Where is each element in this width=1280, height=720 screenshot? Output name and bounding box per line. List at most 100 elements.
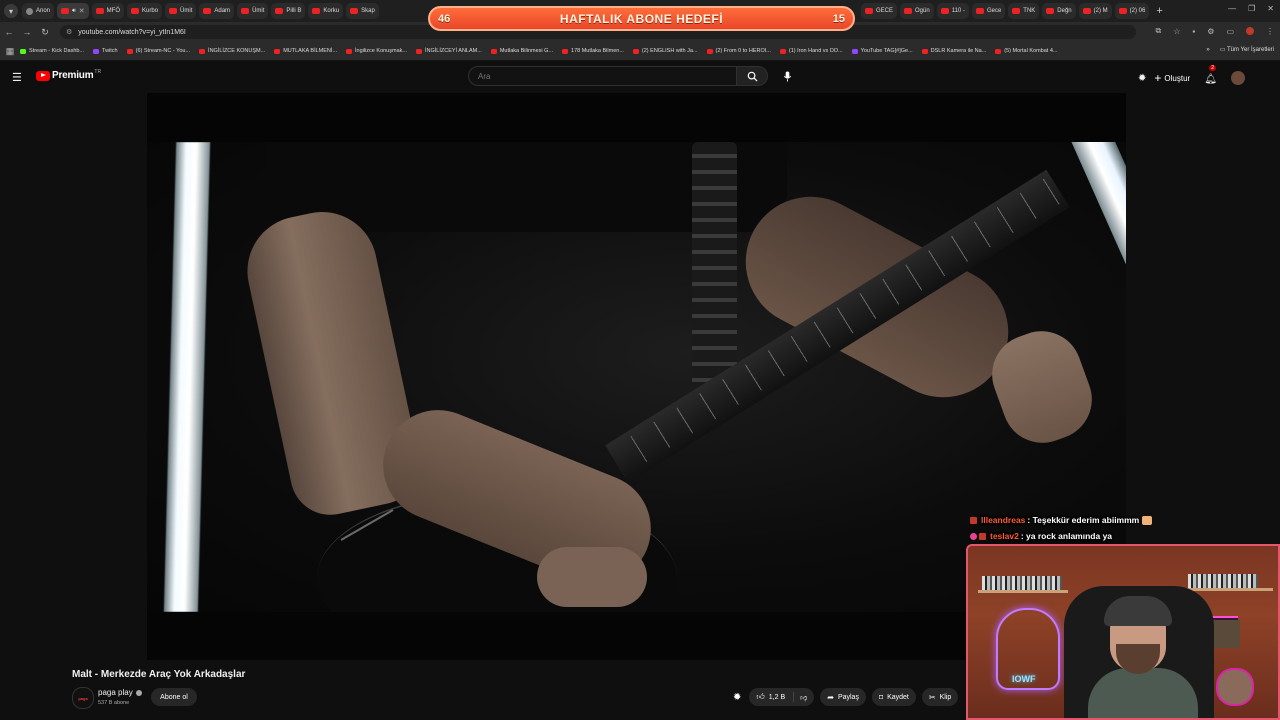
minimize-icon[interactable]: — xyxy=(1228,4,1236,13)
browser-tab[interactable]: Ümit xyxy=(237,3,269,19)
tab-audio-icon[interactable]: 🔊︎ xyxy=(72,8,76,15)
extension-gear-icon[interactable]: ✹ xyxy=(1138,73,1146,84)
bookmark-label: YouTube TAG[#]Ge... xyxy=(860,48,913,54)
tab-title: Ümit xyxy=(180,8,193,14)
browser-tab[interactable]: Gece xyxy=(971,3,1006,19)
tab-title: Değn xyxy=(1057,8,1072,14)
bookmark-item[interactable]: Mutlaka Bilinmesi G... xyxy=(490,48,553,54)
new-tab-button[interactable]: + xyxy=(1156,5,1162,17)
bookmark-item[interactable]: (5) Mortal Kombat 4... xyxy=(995,48,1057,54)
microphone-icon xyxy=(783,70,791,82)
bookmark-item[interactable]: İNGİLİZCEYİ ANLAM... xyxy=(415,48,482,54)
browser-tab[interactable]: Anon xyxy=(22,3,55,19)
menu-dots-icon[interactable]: ⋮ xyxy=(1266,27,1274,36)
tab-favicon-icon xyxy=(1046,8,1055,14)
browser-tab[interactable]: (2) 06 xyxy=(1114,3,1150,19)
close-window-icon[interactable]: ✕ xyxy=(1267,4,1274,13)
browser-tab[interactable]: Pilli B xyxy=(271,3,306,19)
bookmark-favicon-icon xyxy=(126,48,133,54)
bookmark-favicon-icon xyxy=(199,48,206,54)
install-icon[interactable]: ⧉ xyxy=(1156,26,1162,36)
back-icon[interactable]: ← xyxy=(0,27,18,37)
bookmark-item[interactable]: (2) ENGLISH with Ja... xyxy=(632,48,698,54)
badge-icon xyxy=(970,516,977,524)
site-info-icon[interactable]: ⚙ xyxy=(66,28,72,36)
badge-icon xyxy=(979,532,986,540)
avatar[interactable] xyxy=(1230,71,1245,85)
bookmark-item[interactable]: İNGİLİZCE KONUŞM... xyxy=(199,48,265,54)
youtube-logo[interactable]: Premium TR xyxy=(36,69,101,81)
bookmark-item[interactable]: MUTLAKA BİLMENİ... xyxy=(274,48,337,54)
bookmark-label: DSLR Kamera ile Na... xyxy=(930,48,987,54)
bookmark-item[interactable]: DSLR Kamera ile Na... xyxy=(921,48,987,54)
tab-favicon-icon xyxy=(61,8,70,14)
webcam-shelf xyxy=(978,590,1068,593)
bookmark-star-icon[interactable]: ☆ xyxy=(1173,27,1180,36)
bookmark-item[interactable]: (1) Iron Hand vs DO... xyxy=(779,48,843,54)
browser-tab[interactable]: MFÖ xyxy=(91,3,125,19)
tab-favicon-icon xyxy=(203,8,212,14)
browser-tab[interactable]: (2) M xyxy=(1078,3,1112,19)
bookmark-favicon-icon xyxy=(93,48,100,54)
reload-icon[interactable]: ↻ xyxy=(36,27,54,38)
browser-tab[interactable]: TNK xyxy=(1008,3,1040,19)
clip-button[interactable]: ✂ Klip xyxy=(921,688,959,706)
browser-tab[interactable]: Değn xyxy=(1042,3,1076,19)
profile-icon[interactable] xyxy=(1246,27,1254,35)
tab-favicon-icon xyxy=(350,8,359,14)
window-controls: — ❐ ✕ xyxy=(1228,4,1274,13)
bookmark-item[interactable]: 178 Mutlaka Bilmen... xyxy=(562,48,624,54)
cast-icon[interactable]: ▭ xyxy=(1226,27,1234,36)
browser-tab[interactable]: Skap xyxy=(346,3,379,19)
apps-grid-icon[interactable]: ▦ xyxy=(0,46,20,57)
chat-username: llleandreas xyxy=(981,515,1026,525)
subscribe-button[interactable]: Abone ol xyxy=(151,688,197,706)
share-label: Paylaş xyxy=(837,693,859,701)
browser-tab[interactable]: 110 - xyxy=(936,3,969,19)
close-tab-icon[interactable]: ✕ xyxy=(79,7,85,15)
browser-tab[interactable]: GECE xyxy=(861,3,898,19)
forward-icon[interactable]: → xyxy=(18,27,36,37)
all-bookmarks-button[interactable]: ▭ Tüm Yer İşaretleri xyxy=(1220,46,1274,53)
guide-menu-icon[interactable]: ☰ xyxy=(12,71,22,84)
tab-search-button[interactable]: ▾ xyxy=(4,4,18,18)
tab-favicon-icon xyxy=(131,8,140,14)
browser-tab[interactable]: Korku xyxy=(308,3,344,19)
extension-action-icon[interactable]: ✹ xyxy=(733,692,741,703)
create-button[interactable]: + Oluştur xyxy=(1154,71,1190,85)
maximize-icon[interactable]: ❐ xyxy=(1248,4,1255,13)
browser-tab[interactable]: 🔊︎ ✕ xyxy=(57,3,89,19)
bookmark-item[interactable]: Stream - Kick Dashb... xyxy=(20,48,84,54)
search-input[interactable]: Ara xyxy=(468,66,737,86)
bookmark-item[interactable]: (6) Stream-NC - You... xyxy=(126,48,190,54)
like-button[interactable]: 👍︎ 1,2 B xyxy=(756,692,795,702)
bookmark-label: İngilizce Konuşmak... xyxy=(355,48,407,54)
browser-tab[interactable]: Adam xyxy=(199,3,235,19)
browser-tab[interactable]: Kurbo xyxy=(127,3,163,19)
browser-tab[interactable]: Ümit xyxy=(165,3,197,19)
chat-username: teslav2 xyxy=(990,531,1019,541)
bookmark-item[interactable]: YouTube TAG[#]Ge... xyxy=(851,48,913,54)
bookmark-item[interactable]: Twitch xyxy=(93,48,118,54)
voice-search-button[interactable] xyxy=(779,68,795,84)
search-placeholder: Ara xyxy=(478,71,491,81)
video-title: Malt - Merkezde Araç Yok Arkadaşlar xyxy=(72,669,246,680)
browser-tab[interactable]: Ogün xyxy=(900,3,934,19)
bookmark-item[interactable]: (2) From 0 to HEROI... xyxy=(706,48,771,54)
dislike-button[interactable]: 👎︎ xyxy=(800,693,807,702)
search-button[interactable] xyxy=(737,66,768,86)
save-button[interactable]: ⌑ Kaydet xyxy=(871,688,916,706)
tab-favicon-icon xyxy=(940,8,949,14)
goal-title: HAFTALIK ABONE HEDEFİ xyxy=(559,11,724,26)
channel-name[interactable]: paga play xyxy=(98,688,142,697)
puzzle-icon[interactable]: ⚙ xyxy=(1207,27,1214,36)
share-button[interactable]: ➦ Paylaş xyxy=(820,688,866,706)
channel-avatar[interactable]: paga xyxy=(72,687,94,709)
more-bookmarks-icon[interactable]: » xyxy=(1206,47,1209,53)
neon-light-right xyxy=(1067,142,1126,279)
bookmark-item[interactable]: İngilizce Konuşmak... xyxy=(346,48,407,54)
notifications-button[interactable]: 🔔︎ 2 xyxy=(1204,65,1217,87)
neon-light-left xyxy=(163,142,211,612)
extension-icon[interactable]: ▪ xyxy=(1192,27,1195,36)
goal-remaining-value: 15 xyxy=(832,12,845,25)
